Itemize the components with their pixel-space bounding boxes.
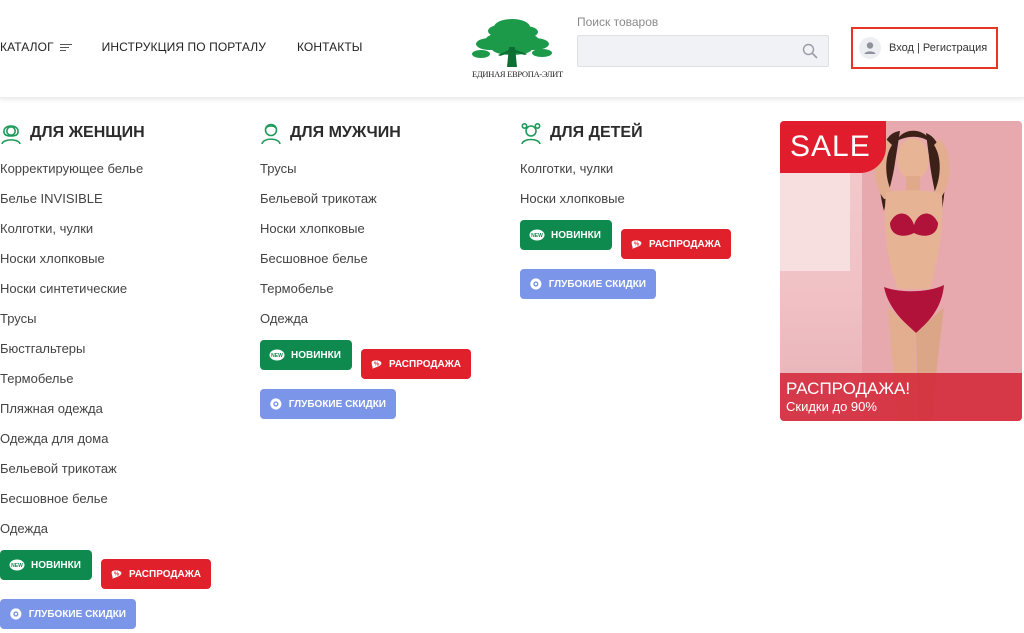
women-link[interactable]: Пляжная одежда <box>0 394 240 424</box>
auth-box: Вход | Регистрация <box>851 27 998 69</box>
nav-instruction[interactable]: ИНСТРУКЦИЯ ПО ПОРТАЛУ <box>102 40 266 54</box>
svg-text:NEW: NEW <box>11 563 23 569</box>
svg-text:NEW: NEW <box>271 353 283 359</box>
svg-text:%: % <box>114 572 119 578</box>
women-link[interactable]: Одежда <box>0 514 240 544</box>
men-title: ДЛЯ МУЖЧИН <box>290 124 401 141</box>
child-icon <box>521 122 541 145</box>
nav-catalog-label: КАТАЛОГ <box>0 40 54 54</box>
men-column: ДЛЯ МУЖЧИН Трусы Бельевой трикотаж Носки… <box>260 120 500 432</box>
discount-tag-icon <box>270 398 282 410</box>
auth-links: Вход | Регистрация <box>889 42 987 54</box>
kids-heading[interactable]: ДЛЯ ДЕТЕЙ <box>520 120 760 146</box>
login-link[interactable]: Вход <box>889 42 914 54</box>
kids-sale-label: РАСПРОДАЖА <box>649 238 721 250</box>
women-sale-label: РАСПРОДАЖА <box>129 568 201 580</box>
men-badges: NEW НОВИНКИ % РАСПРОДАЖА ГЛУБОКИЕ СКИДКИ <box>260 340 500 432</box>
men-sale-badge[interactable]: % РАСПРОДАЖА <box>361 349 471 379</box>
kids-link[interactable]: Носки хлопковые <box>520 184 760 214</box>
search-label: Поиск товаров <box>577 15 659 29</box>
men-link[interactable]: Бельевой трикотаж <box>260 184 500 214</box>
women-link[interactable]: Носки хлопковые <box>0 244 240 274</box>
woman-icon <box>1 125 21 145</box>
kids-new-badge[interactable]: NEW НОВИНКИ <box>520 220 612 250</box>
new-bubble-icon: NEW <box>269 349 285 361</box>
men-links: Трусы Бельевой трикотаж Носки хлопковые … <box>260 154 500 334</box>
women-deep-label: ГЛУБОКИЕ СКИДКИ <box>28 608 126 620</box>
women-links: Корректирующее белье Белье INVISIBLE Кол… <box>0 154 240 544</box>
men-link[interactable]: Одежда <box>260 304 500 334</box>
kids-sale-badge[interactable]: % РАСПРОДАЖА <box>621 229 731 259</box>
women-link[interactable]: Корректирующее белье <box>0 154 240 184</box>
women-badges: NEW НОВИНКИ % РАСПРОДАЖА ГЛУБОКИЕ СКИДКИ <box>0 550 240 633</box>
men-link[interactable]: Бесшовное белье <box>260 244 500 274</box>
kids-column: ДЛЯ ДЕТЕЙ Колготки, чулки Носки хлопковы… <box>520 120 760 312</box>
man-icon <box>261 123 281 145</box>
women-column: ДЛЯ ЖЕНЩИН Корректирующее белье Белье IN… <box>0 120 240 633</box>
banner-subtitle: Скидки до 90% <box>786 399 877 414</box>
kids-link[interactable]: Колготки, чулки <box>520 154 760 184</box>
new-bubble-icon: NEW <box>529 229 545 241</box>
menu-lines-icon <box>59 43 72 52</box>
kids-deep-badge[interactable]: ГЛУБОКИЕ СКИДКИ <box>520 269 656 299</box>
tree-logo-icon <box>472 19 552 67</box>
men-deep-label: ГЛУБОКИЕ СКИДКИ <box>288 398 386 410</box>
percent-bubble-icon: % <box>111 570 122 579</box>
banner-caption: РАСПРОДАЖА! Скидки до 90% <box>780 373 1022 421</box>
women-new-label: НОВИНКИ <box>31 559 81 571</box>
men-new-label: НОВИНКИ <box>291 349 341 361</box>
kids-title: ДЛЯ ДЕТЕЙ <box>550 124 643 141</box>
women-title: ДЛЯ ЖЕНЩИН <box>30 124 145 141</box>
women-new-badge[interactable]: NEW НОВИНКИ <box>0 550 92 580</box>
men-link[interactable]: Носки хлопковые <box>260 214 500 244</box>
auth-separator: | <box>916 42 920 54</box>
women-link[interactable]: Бельевой трикотаж <box>0 454 240 484</box>
women-link[interactable]: Колготки, чулки <box>0 214 240 244</box>
banner-title: РАСПРОДАЖА! <box>786 379 911 398</box>
women-link[interactable]: Носки синтетические <box>0 274 240 304</box>
women-link[interactable]: Трусы <box>0 304 240 334</box>
sale-tag: SALE <box>780 121 886 173</box>
discount-tag-icon <box>530 278 542 290</box>
percent-bubble-icon: % <box>371 360 382 369</box>
men-heading[interactable]: ДЛЯ МУЖЧИН <box>260 120 500 146</box>
kids-deep-label: ГЛУБОКИЕ СКИДКИ <box>548 278 646 290</box>
kids-new-label: НОВИНКИ <box>551 229 601 241</box>
svg-text:%: % <box>374 362 379 368</box>
search-input[interactable] <box>578 36 788 66</box>
men-link[interactable]: Трусы <box>260 154 500 184</box>
men-sale-label: РАСПРОДАЖА <box>389 358 461 370</box>
svg-text:NEW: NEW <box>531 233 543 239</box>
percent-bubble-icon: % <box>631 240 642 249</box>
search-icon[interactable] <box>802 43 818 59</box>
men-new-badge[interactable]: NEW НОВИНКИ <box>260 340 352 370</box>
nav-contacts[interactable]: КОНТАКТЫ <box>297 40 363 54</box>
kids-links: Колготки, чулки Носки хлопковые <box>520 154 760 214</box>
women-link[interactable]: Бесшовное белье <box>0 484 240 514</box>
women-link[interactable]: Белье INVISIBLE <box>0 184 240 214</box>
men-link[interactable]: Термобелье <box>260 274 500 304</box>
women-deep-badge[interactable]: ГЛУБОКИЕ СКИДКИ <box>0 599 136 629</box>
kids-badges: NEW НОВИНКИ % РАСПРОДАЖА ГЛУБОКИЕ СКИДКИ <box>520 220 760 312</box>
women-link[interactable]: Одежда для дома <box>0 424 240 454</box>
svg-text:%: % <box>634 242 639 248</box>
men-deep-badge[interactable]: ГЛУБОКИЕ СКИДКИ <box>260 389 396 419</box>
search-box <box>577 35 829 67</box>
user-avatar-icon <box>859 37 881 59</box>
register-link[interactable]: Регистрация <box>923 42 987 54</box>
main-nav: КАТАЛОГ ИНСТРУКЦИЯ ПО ПОРТАЛУ КОНТАКТЫ <box>0 40 362 54</box>
nav-catalog[interactable]: КАТАЛОГ <box>0 40 72 54</box>
new-bubble-icon: NEW <box>9 559 25 571</box>
site-logo[interactable]: ЕДИНАЯ ЕВРОПА-ЭЛИТ <box>472 17 563 83</box>
women-sale-badge[interactable]: % РАСПРОДАЖА <box>101 559 211 589</box>
discount-tag-icon <box>10 608 22 620</box>
site-header: КАТАЛОГ ИНСТРУКЦИЯ ПО ПОРТАЛУ КОНТАКТЫ Е… <box>0 0 1024 98</box>
women-link[interactable]: Бюстгальтеры <box>0 334 240 364</box>
sale-banner[interactable]: SALE РАСПРОДАЖА! Скидки до 90% <box>780 121 1022 421</box>
logo-text: ЕДИНАЯ ЕВРОПА-ЭЛИТ <box>472 69 563 79</box>
women-link[interactable]: Термобелье <box>0 364 240 394</box>
women-heading[interactable]: ДЛЯ ЖЕНЩИН <box>0 120 240 146</box>
